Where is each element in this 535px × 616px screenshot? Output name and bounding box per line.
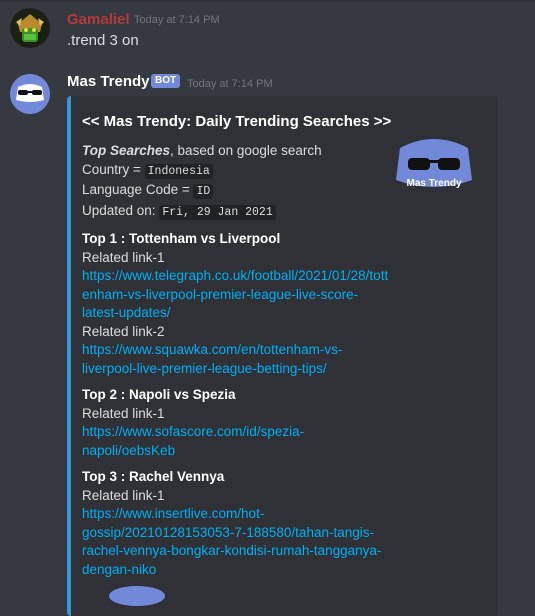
gamaliel-avatar-icon[interactable] — [10, 8, 50, 48]
bot-badge: BOT — [151, 74, 181, 88]
related-link[interactable]: https://www.telegraph.co.uk/football/202… — [82, 267, 392, 323]
language-label: Language Code = — [82, 182, 194, 197]
related-link[interactable]: https://www.squawka.com/en/tottenham-vs-… — [82, 341, 392, 378]
country-label: Country = — [82, 161, 145, 177]
mas-trendy-thumbnail-icon[interactable]: Mas Trendy — [394, 126, 474, 206]
country-value: Indonesia — [144, 163, 213, 179]
related-link-label: Related link-1 — [82, 249, 165, 265]
top-searches-suffix: , based on google search — [170, 143, 322, 158]
trend-field-3: Top 3 : Rachel Vennya Related link-1 htt… — [82, 468, 392, 579]
language-line: Language Code = ID — [82, 181, 392, 202]
top-divider — [0, 0, 535, 2]
country-line: Country = Indonesia — [82, 161, 392, 182]
trend-field-1: Top 1 : Tottenham vs Liverpool Related l… — [82, 230, 392, 378]
field-name: Top 2 : Napoli vs Spezia — [82, 387, 236, 402]
thumbnail-caption: Mas Trendy — [406, 178, 461, 189]
field-name: Top 1 : Tottenham vs Liverpool — [82, 231, 281, 246]
related-link[interactable]: https://www.insertlive.com/hot-gossip/20… — [82, 505, 392, 579]
related-link[interactable]: https://www.sofascore.com/id/spezia-napo… — [82, 423, 392, 460]
top-searches-label: Top Searches — [82, 143, 171, 158]
field-name: Top 3 : Rachel Vennya — [82, 469, 225, 484]
updated-label: Updated on: — [82, 202, 160, 218]
trending-embed: << Mas Trendy: Daily Trending Searches >… — [67, 96, 498, 616]
related-link-label: Related link-2 — [82, 323, 165, 339]
username[interactable]: Mas Trendy — [67, 73, 150, 90]
updated-line: Updated on: Fri, 29 Jan 2021 — [82, 202, 392, 223]
related-link-label: Related link-1 — [82, 405, 165, 421]
mas-trendy-avatar-icon[interactable] — [10, 74, 50, 114]
top-searches-line: Top Searches, based on google search — [82, 142, 392, 161]
trend-field-2: Top 2 : Napoli vs Spezia Related link-1 … — [82, 386, 392, 460]
related-link-label: Related link-1 — [82, 487, 165, 503]
embed-body: Top Searches, based on google search Cou… — [82, 142, 392, 579]
username[interactable]: Gamaliel — [67, 11, 130, 28]
language-value: ID — [193, 184, 214, 199]
next-embed-image-peek — [109, 586, 165, 606]
timestamp: Today at 7:14 PM — [187, 78, 273, 90]
updated-value: Fri, 29 Jan 2021 — [159, 204, 276, 220]
timestamp: Today at 7:14 PM — [134, 14, 220, 26]
message-text: .trend 3 on — [67, 32, 139, 49]
embed-accent-bar — [67, 96, 71, 616]
embed-title: << Mas Trendy: Daily Trending Searches >… — [82, 113, 392, 130]
